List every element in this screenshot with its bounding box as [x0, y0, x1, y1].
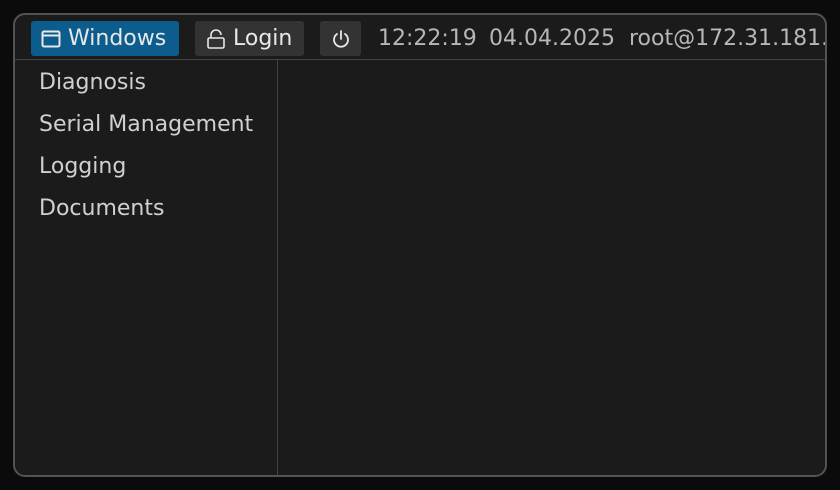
- sidebar-item-documents[interactable]: Documents: [39, 193, 164, 225]
- top-bar: Windows Login 12:22:19 04.04.2025 root@1…: [15, 15, 825, 60]
- sidebar-item-diagnosis[interactable]: Diagnosis: [39, 67, 146, 99]
- sidebar-item-logging[interactable]: Logging: [39, 151, 126, 183]
- login-button-label: Login: [233, 26, 293, 51]
- windows-button-label: Windows: [68, 26, 167, 51]
- clock: 12:22:19: [378, 26, 477, 51]
- date: 04.04.2025: [489, 26, 615, 51]
- sidebar: Diagnosis Serial Management Logging Docu…: [15, 60, 278, 475]
- main-content-area: [279, 60, 825, 475]
- windows-button[interactable]: Windows: [31, 21, 179, 56]
- app-window: Windows Login 12:22:19 04.04.2025 root@1…: [13, 13, 827, 477]
- user-host: root@172.31.181.: [629, 26, 827, 51]
- power-button[interactable]: [320, 21, 361, 56]
- login-button[interactable]: Login: [195, 21, 304, 56]
- unlock-icon: [205, 28, 227, 50]
- window-icon: [40, 28, 62, 50]
- sidebar-item-serial-management[interactable]: Serial Management: [39, 109, 253, 141]
- power-icon: [330, 28, 352, 50]
